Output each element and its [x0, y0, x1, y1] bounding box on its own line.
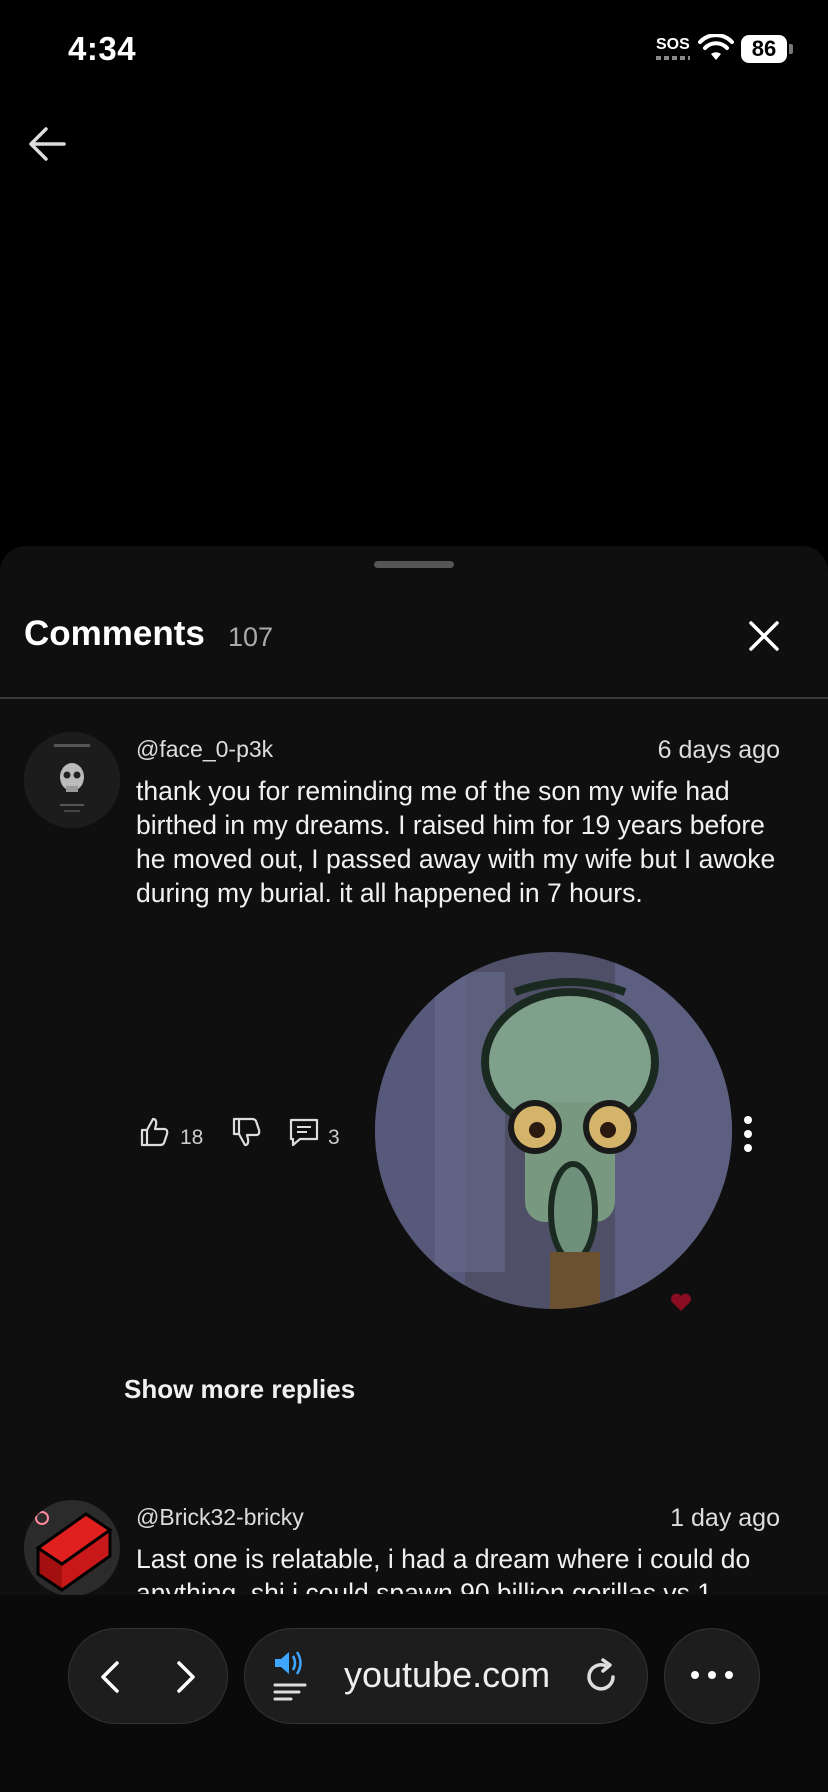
- status-bar: 4:34 SOS 86: [0, 0, 828, 100]
- status-time: 4:34: [68, 30, 137, 67]
- comment-clip: Last one is relatable, i had a dream whe…: [136, 1542, 796, 1594]
- reply-count: 3: [328, 1126, 340, 1149]
- comment-author[interactable]: @face_0-p3k: [136, 736, 273, 763]
- more-options-icon[interactable]: [740, 1114, 756, 1154]
- comment-time: 1 day ago: [670, 1504, 780, 1532]
- url-text[interactable]: youtube.com: [344, 1654, 550, 1696]
- comment-time: 6 days ago: [657, 736, 780, 764]
- history-nav-pill: [68, 1628, 228, 1724]
- wifi-icon: [698, 34, 734, 60]
- browser-back-icon[interactable]: [91, 1657, 131, 1697]
- sos-indicator: SOS: [656, 36, 690, 53]
- cellular-signal-icon: [656, 56, 690, 60]
- like-icon[interactable]: [138, 1116, 170, 1148]
- show-more-replies-button[interactable]: Show more replies: [124, 1374, 355, 1405]
- browser-menu-button[interactable]: [664, 1628, 760, 1724]
- squidward-sticker-image: [375, 952, 732, 1309]
- audio-playing-icon[interactable]: [271, 1645, 311, 1707]
- like-count: 18: [180, 1126, 204, 1149]
- comment-text: thank you for reminding me of the son my…: [136, 776, 776, 908]
- comment-author[interactable]: @Brick32-bricky: [136, 1504, 304, 1531]
- drag-handle[interactable]: [374, 561, 454, 568]
- comment-text: Last one is relatable, i had a dream whe…: [136, 1544, 751, 1594]
- more-horizontal-icon[interactable]: [689, 1667, 735, 1683]
- comments-count: 107: [228, 622, 274, 652]
- browser-forward-icon[interactable]: [165, 1657, 205, 1697]
- divider: [0, 697, 828, 699]
- avatar[interactable]: [24, 1500, 120, 1596]
- back-arrow-icon[interactable]: [26, 124, 68, 164]
- close-icon[interactable]: [744, 616, 784, 656]
- reload-icon[interactable]: [581, 1657, 621, 1697]
- reply-icon[interactable]: [288, 1116, 320, 1148]
- battery-cap: [789, 44, 793, 54]
- battery-icon: 86: [741, 35, 787, 63]
- dislike-icon[interactable]: [230, 1116, 262, 1148]
- creator-heart-icon: [671, 1293, 691, 1311]
- brick-avatar-image: [24, 1500, 120, 1596]
- comments-title: Comments: [24, 614, 205, 653]
- avatar[interactable]: [24, 732, 120, 828]
- skull-avatar-image: [24, 732, 120, 828]
